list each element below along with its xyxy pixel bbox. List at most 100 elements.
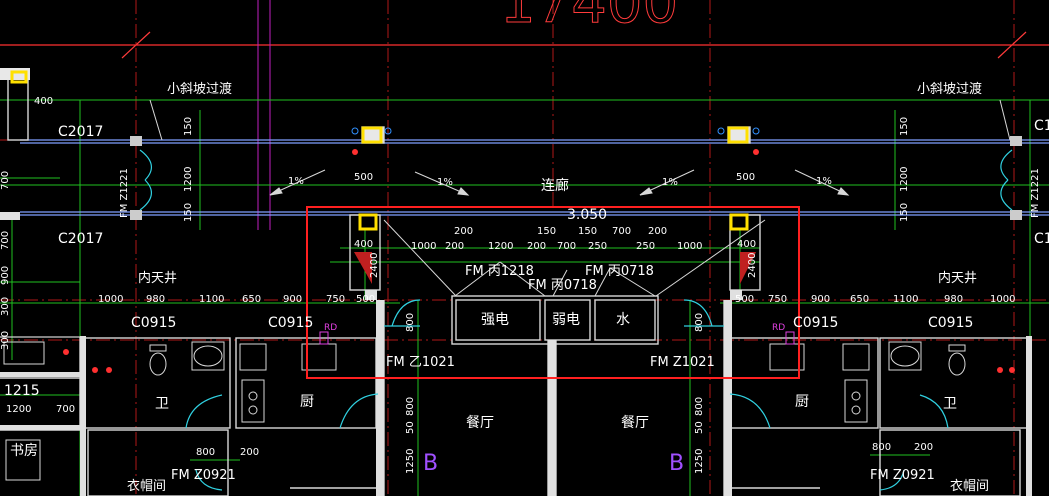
dim-vert-l-1: 2400: [369, 253, 380, 278]
dim-right-6: 980: [944, 294, 963, 305]
door-fm-z1021: FM Z1021: [650, 355, 715, 370]
dim-bottom-r-2: 200: [914, 442, 933, 453]
room-kitchen-right: 厨: [795, 394, 809, 410]
dim-corr-l-3: 150: [183, 203, 194, 222]
dim-vert-r-3: 800: [694, 397, 705, 416]
rd-right: RD: [772, 323, 785, 333]
dim-bottom-l-2: 200: [240, 447, 259, 458]
dim-edge-1: 400: [34, 96, 53, 107]
dim-core-5: 200: [648, 226, 667, 237]
dim-vert-l-2: 800: [405, 313, 416, 332]
door-fm-z0921-left: FM Z0921: [171, 468, 236, 483]
dim-500-right: 500: [736, 172, 755, 183]
dim-edge-4: 300: [0, 297, 11, 316]
window-c2017-top: C2017: [58, 124, 103, 140]
dim-edge-2: 700: [0, 231, 11, 250]
unit-b-left: B: [423, 451, 438, 476]
door-fm-z1221-right: FM Z1221: [1030, 168, 1041, 218]
dim-left-3: 1100: [199, 294, 224, 305]
dim-vert-r-5: 1250: [694, 449, 705, 474]
rd-markers: [319, 331, 795, 345]
dim-vert-l-4: 50: [405, 421, 416, 434]
room-bath-right: 卫: [943, 396, 957, 412]
dim-corr-l-2: 1200: [183, 167, 194, 192]
dim-edge-8: 700: [56, 404, 75, 415]
red-dots: [63, 349, 1015, 373]
dim-left-2: 980: [146, 294, 165, 305]
dim-corr-r-1: 150: [899, 117, 910, 136]
dim-core2-9: 1000: [677, 241, 702, 252]
dim-edge-6: 700: [0, 171, 11, 190]
dim-corr-r-3: 150: [899, 203, 910, 222]
dim-bottom-l-1: 800: [196, 447, 215, 458]
dim-vert-r-1: 2400: [747, 253, 758, 278]
window-c0915-1: C0915: [131, 315, 176, 331]
dim-core2-6: 700: [557, 241, 576, 252]
cad-floor-plan: 17400 3.050 连廊 小斜坡过渡 小斜坡过渡 1% 1% 1% 1% C…: [0, 0, 1049, 496]
dim-core2-1: 400: [354, 239, 373, 250]
slope-1: 1%: [288, 176, 304, 187]
slope-2: 1%: [437, 177, 453, 188]
dim-core2-10: 400: [737, 239, 756, 250]
unit-b-right: B: [669, 451, 684, 476]
slope-4: 1%: [816, 176, 832, 187]
window-c0915-2: C0915: [268, 315, 313, 331]
patio-right: 内天井: [938, 270, 977, 286]
dim-vert-l-3: 800: [405, 397, 416, 416]
room-weak-power: 弱电: [552, 312, 580, 328]
dim-edge-5: 300: [0, 331, 11, 350]
corridor-walls: [0, 139, 1049, 338]
dim-core-2: 150: [537, 226, 556, 237]
room-strong-power: 强电: [481, 312, 509, 328]
room-kitchen-left: 厨: [300, 394, 314, 410]
dim-core-3: 150: [578, 226, 597, 237]
dim-core-4: 700: [612, 226, 631, 237]
dim-core2-5: 200: [527, 241, 546, 252]
door-fm-yi1021: FM 乙1021: [386, 355, 455, 370]
dim-right-3: 900: [811, 294, 830, 305]
fm-bing-1218: FM 丙1218: [465, 264, 534, 279]
room-cloak-left: 衣帽间: [127, 478, 166, 494]
small-slope-right: 小斜坡过渡: [917, 81, 982, 97]
dim-core2-4: 1200: [488, 241, 513, 252]
corridor-label: 连廊: [541, 177, 569, 194]
dim-left-5: 900: [283, 294, 302, 305]
door-fm-z1221-left: FM Z1221: [119, 168, 130, 218]
dim-vert-r-2: 800: [694, 313, 705, 332]
room-study: 书房: [10, 443, 38, 459]
code-1215: 1215: [4, 383, 40, 399]
window-c1-bottom: C1: [1034, 231, 1049, 247]
magenta-lines: [257, 0, 271, 230]
dim-core2-7: 250: [588, 241, 607, 252]
dim-bottom-r-1: 800: [872, 442, 891, 453]
fixtures: [3, 341, 966, 481]
room-water: 水: [616, 312, 630, 328]
dim-right-5: 1100: [893, 294, 918, 305]
fm-bing-0718-b: FM 丙0718: [585, 264, 654, 279]
window-c0915-4: C0915: [928, 315, 973, 331]
dim-core-1: 200: [454, 226, 473, 237]
dim-corr-r-2: 1200: [899, 167, 910, 192]
slope-3: 1%: [662, 177, 678, 188]
room-dining-right: 餐厅: [621, 415, 649, 431]
door-fm-z0921-right: FM Z0921: [870, 468, 935, 483]
dim-500-left: 500: [354, 172, 373, 183]
dim-left-6: 750: [326, 294, 345, 305]
drain-markers: [351, 127, 760, 155]
patio-left: 内天井: [138, 270, 177, 286]
window-c1-top: C1: [1034, 118, 1049, 134]
dim-corr-l-1: 150: [183, 117, 194, 136]
dim-right-4: 650: [850, 294, 869, 305]
dim-core2-3: 200: [445, 241, 464, 252]
dim-right-1: 500: [735, 294, 754, 305]
rd-left: RD: [324, 323, 337, 333]
dim-left-1: 1000: [98, 294, 123, 305]
dim-edge-3: 900: [0, 266, 11, 285]
window-c2017-bottom: C2017: [58, 231, 103, 247]
dim-edge-7: 1200: [6, 404, 31, 415]
room-dining-left: 餐厅: [466, 415, 494, 431]
window-c0915-3: C0915: [793, 315, 838, 331]
dim-vert-r-4: 50: [694, 421, 705, 434]
leader-lines: [149, 99, 1011, 297]
dim-core2-2: 1000: [411, 241, 436, 252]
